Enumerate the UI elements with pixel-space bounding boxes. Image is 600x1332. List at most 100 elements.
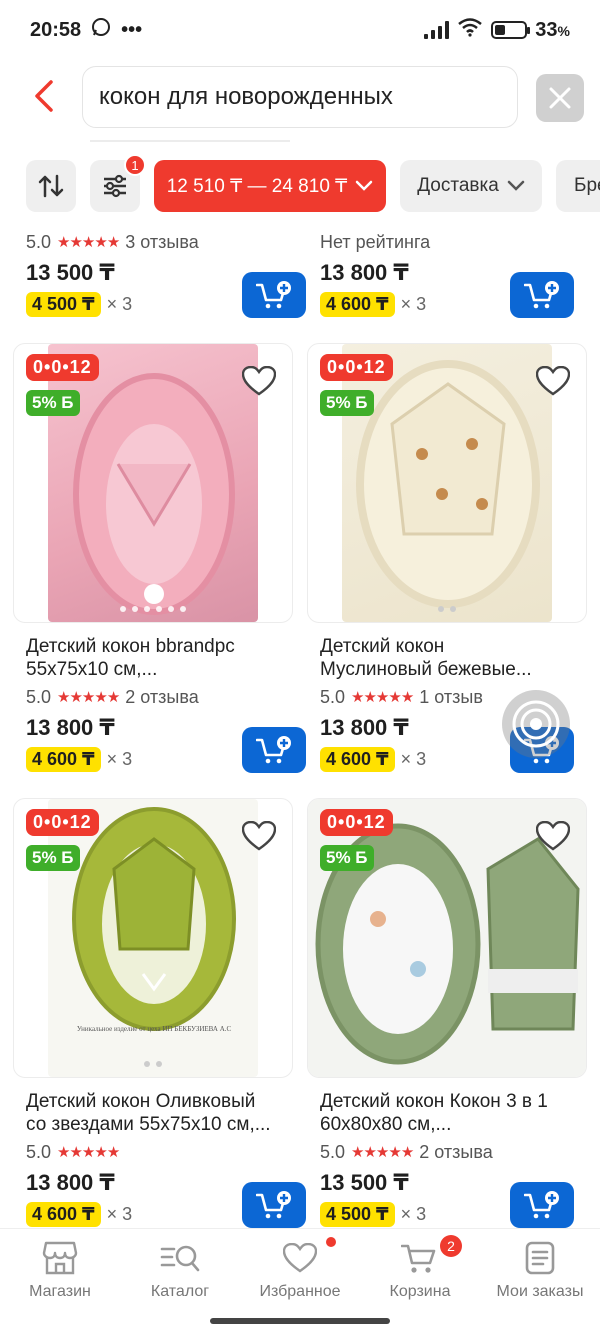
installment-amount: 4 600 ₸ (26, 1202, 101, 1227)
search-input[interactable]: кокон для новорожденных (82, 66, 518, 128)
nav-store[interactable]: Магазин (0, 1239, 120, 1301)
brand-label: Бре (574, 175, 600, 196)
installment-amount: 4 600 ₸ (320, 292, 395, 317)
product-card-partial[interactable]: Нет рейтинга 13 800 ₸ 4 600 ₸ × 3 (320, 230, 600, 318)
filter-count-badge: 1 (124, 154, 146, 176)
product-title-line: со звездами 55х75х10 см,... (26, 1114, 271, 1135)
product-card[interactable]: Детский кокон Кокон 3 в 1 60х80х80 см,..… (320, 1090, 600, 1228)
image-carousel-dots (438, 606, 456, 612)
installment-multiplier: × 3 (106, 1204, 133, 1224)
review-count: 1 отзыв (419, 686, 483, 707)
nav-label: Мои заказы (496, 1283, 584, 1300)
sort-icon (38, 174, 64, 198)
review-count: 3 отзыва (125, 231, 199, 252)
heart-icon (242, 366, 276, 396)
product-card[interactable]: Детский кокон Оливковый со звездами 55х7… (26, 1090, 306, 1228)
add-to-cart-icon (256, 281, 291, 309)
product-card-partial[interactable]: 5.0 ★★★★★ 3 отзыва 13 500 ₸ 4 500 ₸ × 3 (26, 230, 306, 318)
battery-unit: % (557, 22, 570, 39)
signal-icon (424, 21, 450, 39)
nav-label: Избранное (259, 1283, 341, 1300)
more-notifications-icon: ••• (121, 18, 143, 41)
countdown-timer: 0•0•12 (320, 354, 393, 381)
pink-cocoon-photo (48, 344, 258, 622)
add-to-favorites-button[interactable] (240, 817, 278, 855)
installment-amount: 4 500 ₸ (26, 292, 101, 317)
home-indicator[interactable] (210, 1318, 390, 1324)
product-title: Детский кокон bbrandpc 55х75х10 см,... (26, 635, 306, 681)
add-to-cart-icon (524, 1191, 559, 1219)
installment-amount: 4 600 ₸ (26, 747, 101, 772)
nav-favorites[interactable]: Избранное (240, 1237, 360, 1301)
product-image[interactable]: 0•0•12 5% Б (307, 343, 587, 623)
installment-multiplier: × 3 (106, 294, 133, 314)
heart-icon (536, 821, 570, 851)
product-title-line: 60х80х80 см,... (320, 1114, 452, 1135)
product-image[interactable]: 0•0•12 5% Б (13, 343, 293, 623)
heart-icon (283, 1243, 317, 1273)
add-to-cart-button[interactable] (510, 1182, 574, 1228)
nav-orders[interactable]: Мои заказы (480, 1239, 600, 1301)
chevron-down-icon (507, 180, 525, 191)
installment-amount: 4 600 ₸ (320, 747, 395, 772)
price-range-filter[interactable]: 12 510 ₸ — 24 810 ₸ (154, 160, 386, 212)
battery-level: 33 (535, 18, 558, 41)
rating-row: 5.0 ★★★★★ 3 отзыва (26, 230, 306, 254)
bonus-badge: 5% Б (26, 845, 80, 871)
rating-stars: ★★★★★ (57, 1144, 120, 1161)
delivery-filter[interactable]: Доставка (400, 160, 542, 212)
search-query: кокон для новорожденных (99, 83, 393, 110)
rating-value: 5.0 (26, 1141, 52, 1162)
product-title: Детский кокон Муслиновый бежевые... (320, 635, 600, 681)
add-to-cart-icon (256, 736, 291, 764)
filter-sliders-icon (104, 174, 126, 198)
add-to-cart-icon (256, 1191, 291, 1219)
nav-cart[interactable]: 2 Корзина (360, 1235, 480, 1301)
add-to-favorites-button[interactable] (240, 362, 278, 400)
clear-search-button[interactable] (536, 74, 584, 122)
bonus-badge: 5% Б (320, 390, 374, 416)
countdown-timer: 0•0•12 (26, 809, 99, 836)
rating-value: 5.0 (320, 686, 346, 707)
installment-multiplier: × 3 (400, 749, 427, 769)
add-to-cart-button[interactable] (242, 1182, 306, 1228)
installment-multiplier: × 3 (106, 749, 133, 769)
filter-button[interactable]: 1 (90, 154, 146, 212)
bonus-badge: 5% Б (320, 845, 374, 871)
product-image[interactable]: 0•0•12 5% Б (307, 798, 587, 1078)
close-icon (549, 87, 571, 109)
nav-catalog[interactable]: Каталог (120, 1239, 240, 1301)
add-to-cart-button[interactable] (510, 272, 574, 318)
store-icon (42, 1241, 78, 1275)
product-card[interactable]: Детский кокон bbrandpc 55х75х10 см,... 5… (26, 635, 306, 773)
add-to-cart-icon (524, 281, 559, 309)
nav-label: Корзина (389, 1283, 451, 1300)
add-to-favorites-button[interactable] (534, 817, 572, 855)
orders-icon (525, 1241, 555, 1275)
product-title: Детский кокон Кокон 3 в 1 60х80х80 см,..… (320, 1090, 600, 1136)
beige-cocoon-photo (342, 344, 552, 622)
rating-value: 5.0 (26, 686, 52, 707)
back-button[interactable] (24, 76, 64, 116)
add-to-favorites-button[interactable] (534, 362, 572, 400)
product-image[interactable]: Уникальное изделие от цеха ИП БЕКБУЗИЕВА… (13, 798, 293, 1078)
brand-filter[interactable]: Бре (556, 160, 600, 212)
cart-icon (401, 1244, 436, 1273)
sort-button[interactable] (26, 160, 76, 212)
product-title-line: Детский кокон (320, 636, 445, 657)
product-title: Детский кокон Оливковый со звездами 55х7… (26, 1090, 306, 1136)
review-count: 2 отзыва (419, 1141, 493, 1162)
rating-row: 5.0 ★★★★★ 2 отзыва (26, 685, 306, 709)
price-range-label: 12 510 ₸ — 24 810 ₸ (166, 175, 348, 197)
nav-label: Каталог (150, 1283, 210, 1300)
product-title-line: Детский кокон Оливковый (26, 1091, 256, 1112)
product-title-line: Детский кокон bbrandpc (26, 636, 235, 657)
rating-stars: ★★★★★ (351, 689, 414, 706)
add-to-cart-button[interactable] (242, 272, 306, 318)
rating-row: 5.0 ★★★★★ 2 отзыва (320, 1140, 600, 1164)
add-to-cart-button[interactable] (242, 727, 306, 773)
review-count: Нет рейтинга (320, 231, 431, 252)
countdown-timer: 0•0•12 (320, 809, 393, 836)
status-time: 20:58 (30, 18, 82, 41)
image-carousel-dots (120, 606, 186, 612)
